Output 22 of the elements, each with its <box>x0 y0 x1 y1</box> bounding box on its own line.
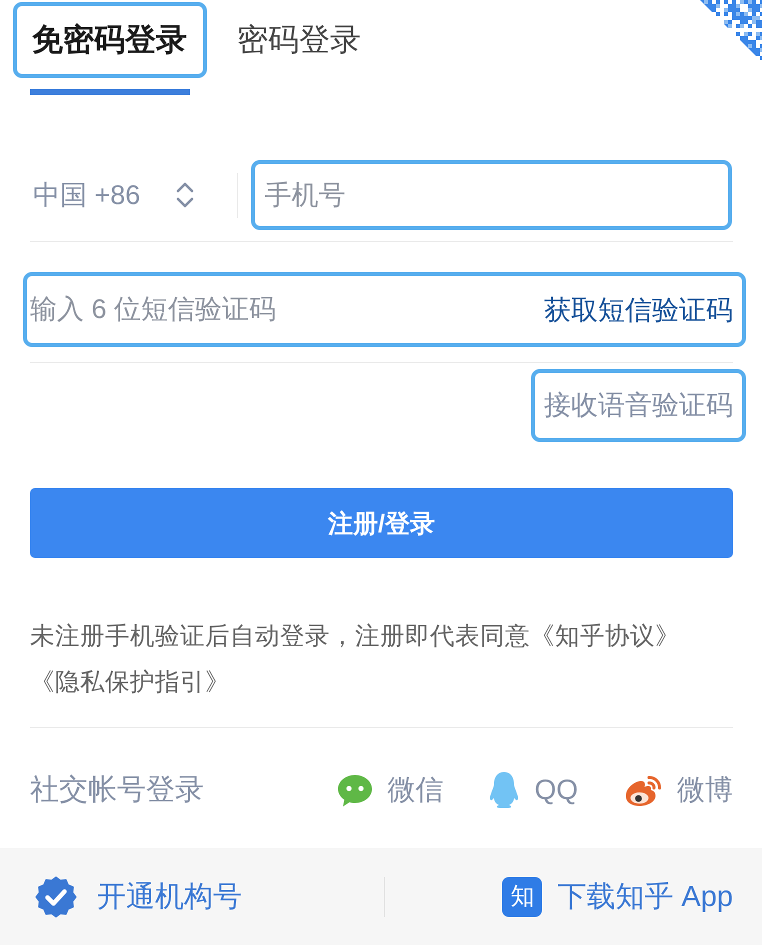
weibo-logo-icon <box>624 774 662 806</box>
social-login-label: 社交帐号登录 <box>30 773 204 808</box>
verified-badge-icon <box>35 876 77 918</box>
chat-bubble-icon <box>338 774 372 806</box>
qr-code-icon[interactable] <box>700 0 762 62</box>
login-tab[interactable]: 免密码登录 <box>13 2 207 78</box>
country-code-select[interactable]: 中国 +86 <box>33 177 196 213</box>
agreement-text: 未注册手机验证后自动登录，注册即代表同意《知乎协议》《隐私保护指引》 <box>30 622 681 698</box>
chevron-up-down-icon <box>175 180 196 210</box>
app-logo: 知 <box>502 876 542 916</box>
open-org-account-link[interactable]: 开通机构号 <box>35 876 242 918</box>
social-login-button[interactable]: QQ <box>489 771 578 809</box>
social-login-button[interactable]: 微博 <box>624 771 733 809</box>
sms-code-field[interactable]: 输入 6 位短信验证码 获取短信验证码 <box>23 272 746 347</box>
phone-number-field[interactable]: 手机号 <box>251 160 732 230</box>
download-app-link[interactable]: 知 下载知乎 App <box>502 876 733 916</box>
login-tab[interactable]: 密码登录 <box>218 2 381 78</box>
register-login-button[interactable]: 注册/登录 <box>30 488 733 558</box>
penguin-icon <box>489 772 520 808</box>
get-code-link[interactable]: 获取短信验证码 <box>544 292 733 328</box>
social-login-button[interactable]: 微信 <box>338 771 444 809</box>
voice-code-link[interactable]: 接收语音验证码 <box>531 369 746 442</box>
